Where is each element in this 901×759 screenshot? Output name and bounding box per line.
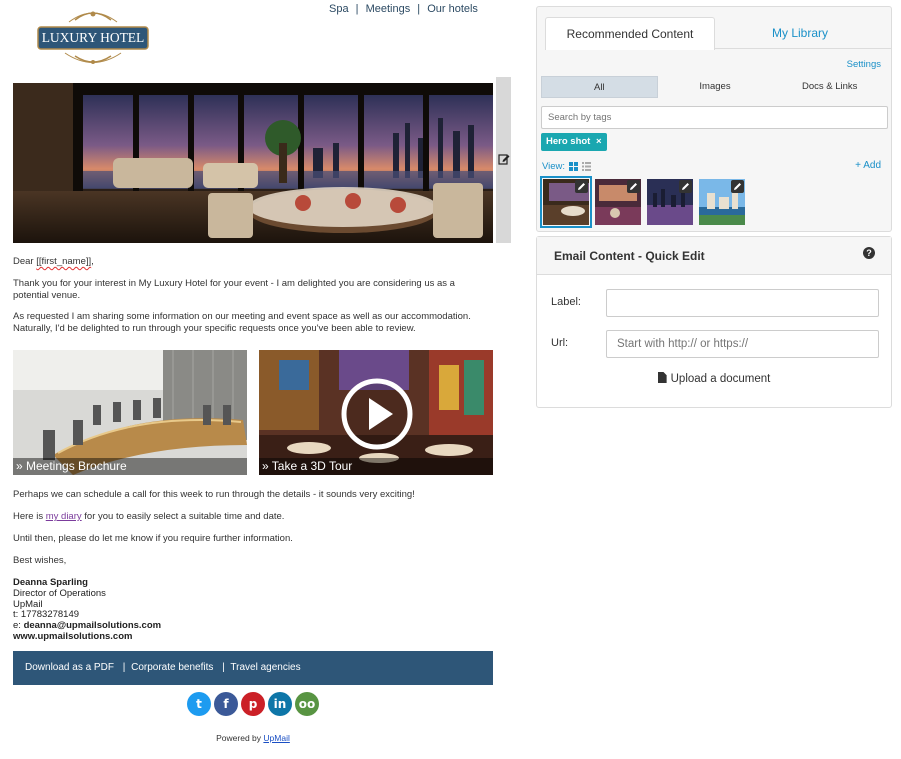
edit-icon[interactable] (679, 180, 692, 193)
twitter-icon[interactable]: t (187, 692, 211, 716)
filter-docs-links[interactable]: Docs & Links (772, 76, 887, 98)
top-navigation: Spa | Meetings | Our hotels (329, 3, 478, 15)
footer-separator: | (122, 662, 126, 673)
meetings-brochure-caption[interactable]: » Meetings Brochure (13, 458, 247, 475)
view-label: View: (542, 161, 566, 172)
nav-separator: | (355, 3, 359, 15)
logo-text: LUXURY HOTEL (41, 30, 145, 45)
signature-block: Deanna Sparling Director of Operations U… (13, 577, 162, 643)
tab-recommended-content[interactable]: Recommended Content (545, 17, 715, 50)
edit-icon[interactable] (575, 180, 588, 193)
upmail-link[interactable]: UpMail (263, 733, 289, 743)
url-input[interactable] (606, 330, 879, 358)
nav-separator: | (417, 3, 421, 15)
list-view-icon[interactable] (582, 162, 591, 171)
filter-images[interactable]: Images (658, 76, 773, 98)
edit-icon[interactable] (627, 180, 640, 193)
merge-tag-first-name: [[first_name]] (36, 256, 92, 267)
powered-by: Powered by UpMail (13, 733, 493, 743)
label-field-label: Label: (551, 296, 581, 308)
social-icons: t f p in oo (187, 692, 319, 716)
paragraph-until-then: Until then, please do let me know if you… (13, 533, 293, 544)
signature-website[interactable]: www.upmailsolutions.com (13, 631, 161, 643)
paragraph-schedule: Perhaps we can schedule a call for this … (13, 489, 415, 500)
email-preview: LUXURY HOTEL Spa | Meetings | Our hotels (13, 0, 511, 759)
luxury-hotel-logo: LUXURY HOTEL (35, 6, 151, 68)
3d-tour-caption[interactable]: » Take a 3D Tour (259, 458, 493, 475)
add-content-button[interactable]: + Add (855, 160, 881, 171)
content-thumbnail[interactable] (540, 176, 592, 228)
pinterest-icon[interactable]: p (241, 692, 265, 716)
quick-edit-title: Email Content - Quick Edit (554, 249, 705, 263)
paragraph-diary: Here is my diary for you to easily selec… (13, 511, 493, 523)
nav-link-spa[interactable]: Spa (329, 3, 349, 15)
diary-suffix: for you to easily select a suitable time… (81, 511, 285, 522)
closing: Best wishes, (13, 555, 67, 566)
diary-prefix: Here is (13, 511, 46, 522)
signature-email[interactable]: deanna@upmailsolutions.com (24, 620, 162, 631)
footer-separator: | (222, 662, 225, 673)
3d-tour-tile[interactable]: » Take a 3D Tour (259, 350, 493, 475)
quick-edit-header: Email Content - Quick Edit ? (537, 237, 891, 275)
facebook-icon[interactable]: f (214, 692, 238, 716)
my-diary-link[interactable]: my diary (46, 511, 82, 522)
play-icon[interactable] (341, 378, 413, 450)
content-panel: Recommended Content My Library Settings … (536, 6, 892, 232)
content-thumbnail[interactable] (699, 179, 745, 225)
greeting: Dear [[first_name]], (13, 256, 493, 268)
help-icon[interactable]: ? (863, 247, 875, 259)
signature-title: Director of Operations (13, 587, 106, 599)
label-input[interactable] (606, 289, 879, 317)
nav-link-our-hotels[interactable]: Our hotels (427, 3, 478, 15)
content-tabs: Recommended Content My Library (545, 17, 891, 50)
edit-icon[interactable] (498, 153, 510, 165)
tag-search-input[interactable] (541, 106, 888, 129)
tag-chip-label: Hero shot (546, 136, 591, 147)
filter-all[interactable]: All (541, 76, 658, 98)
footer-link-bar: Download as a PDF | Corporate benefits |… (13, 651, 493, 685)
grid-view-icon[interactable] (569, 162, 578, 171)
tab-my-library[interactable]: My Library (715, 17, 885, 49)
document-icon (657, 372, 667, 383)
upload-document-button[interactable]: Upload a document (537, 372, 891, 385)
footer-link-travel-agencies[interactable]: Travel agencies (230, 662, 300, 673)
tag-chip-hero-shot: Hero shot × (541, 133, 607, 151)
greeting-prefix: Dear (13, 256, 37, 267)
paragraph-intro: Thank you for your interest in My Luxury… (13, 278, 455, 301)
tripadvisor-icon[interactable]: oo (295, 692, 319, 716)
edit-icon[interactable] (731, 180, 744, 193)
quick-edit-panel: Email Content - Quick Edit ? Label: Url:… (536, 236, 892, 408)
hero-image[interactable] (13, 83, 493, 243)
signature-email-prefix: e: (13, 620, 24, 632)
greeting-suffix: , (91, 256, 94, 267)
url-field-label: Url: (551, 337, 569, 349)
footer-link-corporate-benefits[interactable]: Corporate benefits (131, 662, 213, 673)
meetings-brochure-tile[interactable]: » Meetings Brochure (13, 350, 247, 475)
powered-prefix: Powered by (216, 733, 264, 743)
footer-link-download-pdf[interactable]: Download as a PDF (25, 662, 114, 673)
content-thumbnail[interactable] (595, 179, 641, 225)
settings-link[interactable]: Settings (847, 59, 881, 70)
content-filter: All Images Docs & Links (541, 76, 887, 98)
nav-link-meetings[interactable]: Meetings (366, 3, 411, 15)
upload-document-label: Upload a document (670, 373, 771, 385)
remove-tag-icon[interactable]: × (596, 136, 602, 147)
paragraph-sharing: As requested I am sharing some informati… (13, 311, 471, 334)
linkedin-icon[interactable]: in (268, 692, 292, 716)
content-thumbnail[interactable] (647, 179, 693, 225)
